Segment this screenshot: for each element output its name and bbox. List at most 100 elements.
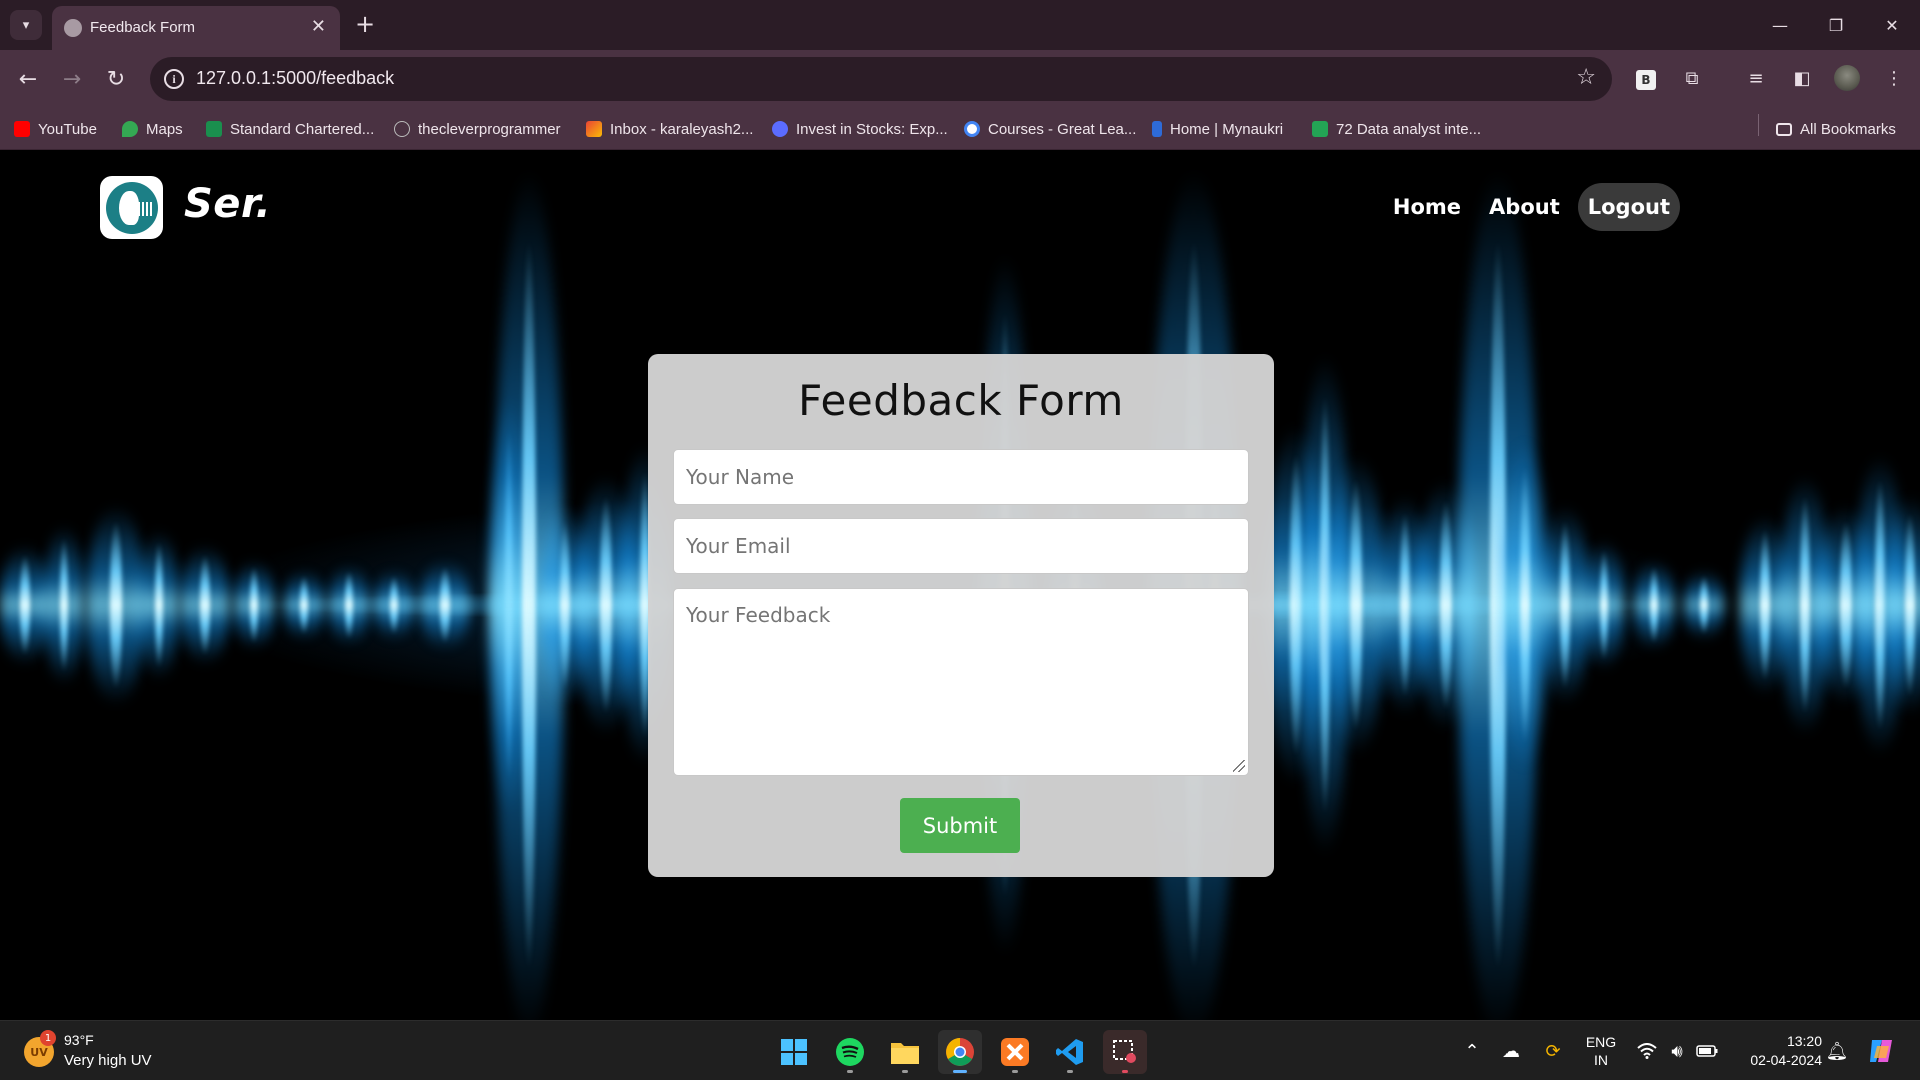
soundwave-bar-core bbox=[1650, 567, 1658, 643]
soundwave-bar-core bbox=[200, 554, 210, 656]
clock[interactable]: 13:20 02-04-2024 bbox=[1734, 1021, 1822, 1080]
tab-search-button[interactable]: ▾ bbox=[10, 10, 42, 40]
all-bookmarks-label: All Bookmarks bbox=[1800, 120, 1896, 138]
bookmark-item[interactable]: Invest in Stocks: Exp... bbox=[772, 116, 948, 142]
bookmark-item[interactable]: YouTube bbox=[14, 116, 97, 142]
submit-button[interactable]: Submit bbox=[900, 798, 1020, 853]
thecleverprogrammer-icon bbox=[394, 121, 410, 137]
windows-logo-icon bbox=[781, 1039, 807, 1065]
minimize-icon[interactable]: — bbox=[1752, 0, 1808, 50]
notification-bell-icon[interactable]: 🔔︎ bbox=[1822, 1021, 1852, 1080]
soundwave-bar-core bbox=[110, 521, 122, 689]
wifi-glyph-icon bbox=[1637, 1043, 1657, 1059]
battery-icon[interactable] bbox=[1692, 1021, 1722, 1080]
clock-date: 02-04-2024 bbox=[1750, 1052, 1822, 1068]
close-window-icon[interactable]: ✕ bbox=[1864, 0, 1920, 50]
bookmark-label: Inbox - karaleyash2... bbox=[610, 120, 754, 138]
bookmark-label: Maps bbox=[146, 120, 183, 138]
new-tab-button[interactable]: + bbox=[352, 10, 378, 38]
soundwave-bar-core bbox=[1400, 512, 1410, 698]
standard-chartered-icon bbox=[206, 121, 222, 137]
all-bookmarks-button[interactable]: All Bookmarks bbox=[1776, 116, 1896, 142]
bookmark-item[interactable]: 72 Data analyst inte... bbox=[1312, 116, 1481, 142]
tab-title: Feedback Form bbox=[90, 19, 196, 36]
start-button[interactable] bbox=[772, 1030, 816, 1074]
soundwave-bar-core bbox=[1760, 529, 1770, 681]
weather-temperature: 93°F bbox=[64, 1032, 94, 1048]
bookmark-item[interactable]: Inbox - karaleyash2... bbox=[586, 116, 753, 142]
url-text[interactable]: 127.0.0.1:5000/feedback bbox=[196, 68, 394, 89]
soundwave-bar-core bbox=[522, 240, 536, 970]
site-info-icon[interactable]: i bbox=[164, 69, 184, 89]
soundwave-bar-core bbox=[560, 521, 570, 689]
bookmark-label: Home | Mynaukri bbox=[1170, 120, 1284, 138]
language-indicator[interactable]: ENG IN bbox=[1580, 1021, 1622, 1080]
bookmark-item[interactable]: Home | Mynaukri bbox=[1152, 116, 1283, 142]
bookmark-item[interactable]: Maps bbox=[122, 116, 183, 142]
bookmark-star-icon[interactable]: ☆ bbox=[1576, 65, 1596, 90]
close-tab-icon[interactable]: ✕ bbox=[311, 16, 326, 37]
soundwave-bar-core bbox=[1440, 500, 1452, 710]
copilot-app[interactable] bbox=[1864, 1021, 1900, 1080]
back-icon[interactable]: ← bbox=[12, 63, 44, 95]
soundwave-bar-core bbox=[1560, 521, 1570, 689]
snipping-tool-app[interactable] bbox=[1103, 1030, 1147, 1074]
wifi-icon[interactable] bbox=[1632, 1021, 1662, 1080]
groww-icon bbox=[772, 121, 788, 137]
google-icon bbox=[964, 121, 980, 137]
soundwave-bar-core bbox=[440, 567, 450, 643]
file-explorer-app[interactable] bbox=[883, 1030, 927, 1074]
bookmark-item[interactable]: Standard Chartered... bbox=[206, 116, 374, 142]
profile-avatar[interactable] bbox=[1833, 64, 1861, 92]
bookmark-item[interactable]: thecleverprogrammer bbox=[394, 116, 561, 142]
extensions-puzzle-icon[interactable]: ⧉ bbox=[1678, 64, 1706, 92]
nav-logout[interactable]: Logout bbox=[1577, 183, 1680, 231]
site-header: Ser. Home About Logout bbox=[0, 151, 1920, 251]
forward-icon[interactable]: → bbox=[56, 63, 88, 95]
globe-icon bbox=[64, 19, 82, 37]
soundwave-bar-core bbox=[1700, 575, 1708, 635]
nav-about[interactable]: About bbox=[1479, 183, 1570, 231]
bookmark-label: Courses - Great Lea... bbox=[988, 120, 1137, 138]
media-control-icon[interactable]: ≡ bbox=[1742, 64, 1770, 92]
chrome-app[interactable] bbox=[938, 1030, 982, 1074]
xampp-app[interactable] bbox=[993, 1030, 1037, 1074]
youtube-icon bbox=[14, 121, 30, 137]
extension-b-icon[interactable]: B bbox=[1632, 64, 1660, 92]
feedback-card: Feedback Form Submit bbox=[648, 354, 1274, 877]
volume-icon[interactable]: 🔊︎ bbox=[1662, 1021, 1692, 1080]
reload-icon[interactable]: ↻ bbox=[100, 63, 132, 95]
snipping-tool-icon bbox=[1113, 1040, 1136, 1063]
resize-handle-icon[interactable] bbox=[1233, 760, 1245, 772]
form-title: Feedback Form bbox=[798, 376, 1124, 425]
brand-name[interactable]: Ser. bbox=[184, 181, 271, 227]
sheets-icon bbox=[1312, 121, 1328, 137]
name-input[interactable] bbox=[673, 449, 1249, 505]
soundwave-bar-core bbox=[600, 495, 612, 715]
browser-tab[interactable]: Feedback Form ✕ bbox=[52, 6, 340, 50]
show-hidden-icons-chevron-icon[interactable]: ⌃ bbox=[1456, 1021, 1488, 1080]
avatar bbox=[1834, 65, 1860, 91]
nav-home[interactable]: Home bbox=[1383, 183, 1471, 231]
vscode-app[interactable] bbox=[1048, 1030, 1092, 1074]
restore-icon[interactable]: ❐ bbox=[1808, 0, 1864, 50]
soundwave-bar-core bbox=[155, 542, 163, 668]
bookmark-item[interactable]: Courses - Great Lea... bbox=[964, 116, 1136, 142]
spotify-app[interactable] bbox=[828, 1030, 872, 1074]
folder-icon bbox=[1776, 122, 1792, 136]
side-panel-icon[interactable]: ◧ bbox=[1788, 64, 1816, 92]
email-input[interactable] bbox=[673, 518, 1249, 574]
weather-alert-badge: 1 bbox=[40, 1030, 56, 1046]
menu-kebab-icon[interactable]: ⋮ bbox=[1880, 64, 1908, 92]
bookmarks-bar: YouTube Maps Standard Chartered... thecl… bbox=[0, 108, 1920, 150]
soundwave-bar-core bbox=[250, 567, 258, 643]
bookmark-label: 72 Data analyst inte... bbox=[1336, 120, 1482, 138]
feedback-textarea[interactable] bbox=[673, 588, 1249, 776]
spotify-icon bbox=[836, 1038, 864, 1066]
address-bar[interactable]: i 127.0.0.1:5000/feedback ☆ bbox=[150, 57, 1612, 101]
onedrive-cloud-icon[interactable]: ☁ bbox=[1494, 1021, 1528, 1080]
sync-icon[interactable]: ⟳ bbox=[1536, 1021, 1570, 1080]
page-viewport: Ser. Home About Logout Feedback Form Sub… bbox=[0, 151, 1920, 1020]
soundwave-bar-core bbox=[345, 571, 353, 639]
site-logo[interactable] bbox=[100, 176, 163, 239]
